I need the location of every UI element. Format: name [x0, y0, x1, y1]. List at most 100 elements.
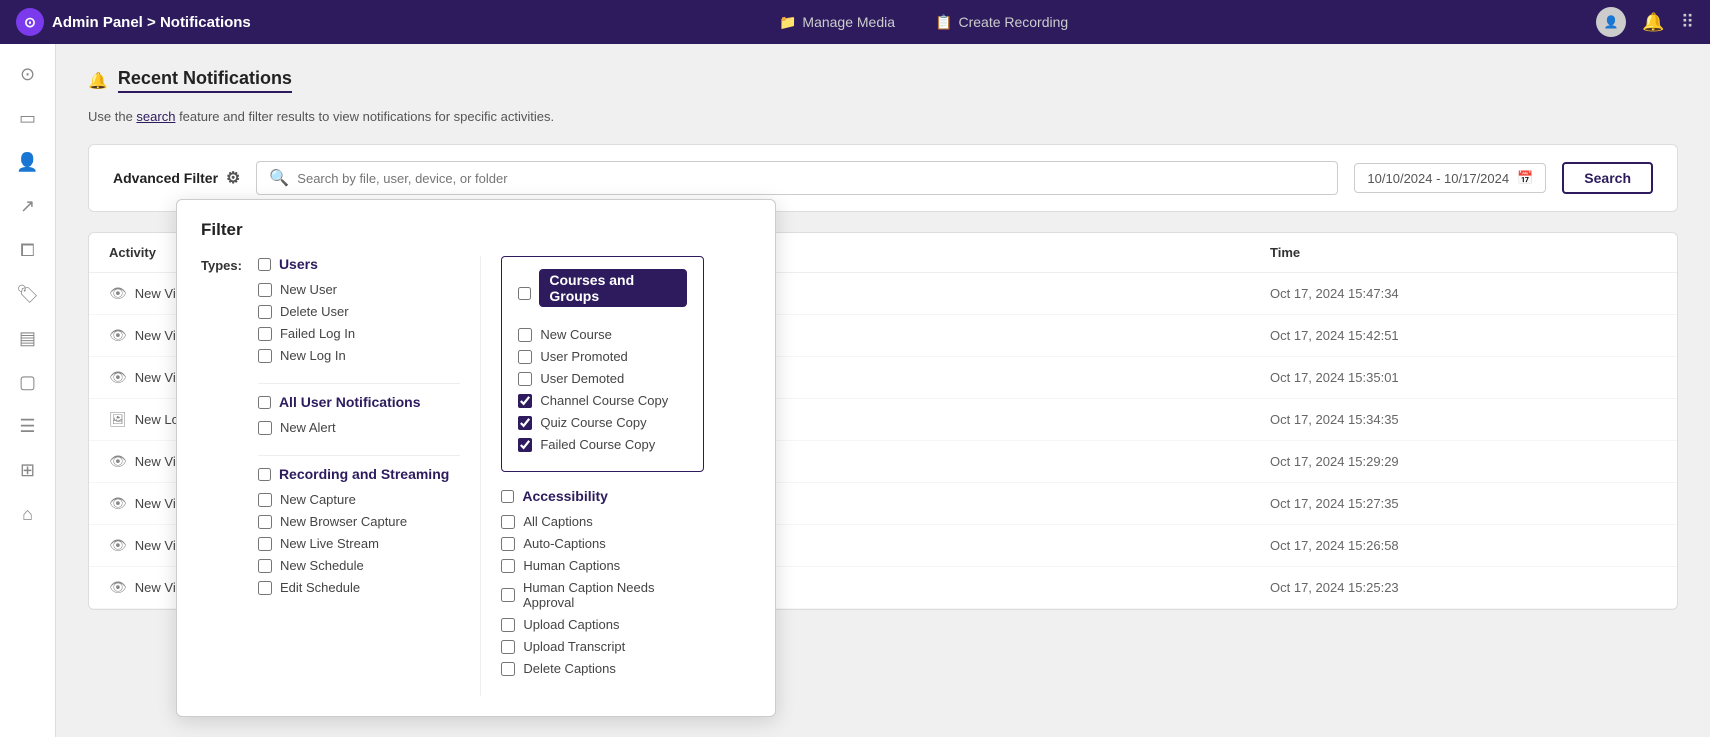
human-caption-needs-approval-checkbox[interactable]	[501, 588, 515, 602]
delete-user-checkbox[interactable]	[258, 305, 272, 319]
time-cell: Oct 17, 2024 15:34:35	[1270, 412, 1657, 427]
users-checkbox[interactable]	[258, 258, 271, 271]
date-range[interactable]: 10/10/2024 - 10/17/2024 📅	[1354, 163, 1546, 193]
all-user-notifications-section: All User Notifications New Alert	[258, 394, 460, 435]
topnav-center: 📁 Manage Media 📋 Create Recording	[271, 14, 1577, 31]
sidebar-icon-screen[interactable]: ▢	[10, 364, 46, 400]
filter-item-human-captions: Human Captions	[501, 558, 703, 573]
users-section: Users New User Delete User	[258, 256, 460, 363]
sidebar-icon-analytics[interactable]: ↗	[10, 188, 46, 224]
new-browser-capture-checkbox[interactable]	[258, 515, 272, 529]
channel-course-copy-checkbox[interactable]	[518, 394, 532, 408]
new-user-label: New User	[280, 282, 337, 297]
search-link[interactable]: search	[136, 109, 175, 124]
search-button[interactable]: Search	[1562, 162, 1653, 194]
new-login-label: New Log In	[280, 348, 346, 363]
failed-course-copy-checkbox[interactable]	[518, 438, 532, 452]
filter-item-user-demoted: User Demoted	[518, 371, 686, 386]
time-cell: Oct 17, 2024 15:27:35	[1270, 496, 1657, 511]
topnav-right: 👤 🔔 ⠿	[1596, 7, 1694, 37]
advanced-filter-button[interactable]: Advanced Filter ⚙	[113, 168, 240, 188]
new-alert-checkbox[interactable]	[258, 421, 272, 435]
logo-icon: ⊙	[16, 8, 44, 36]
filter-item-delete-captions: Delete Captions	[501, 661, 703, 676]
user-demoted-checkbox[interactable]	[518, 372, 532, 386]
filter-item-new-login: New Log In	[258, 348, 460, 363]
filter-item-auto-captions: Auto-Captions	[501, 536, 703, 551]
new-course-checkbox[interactable]	[518, 328, 532, 342]
sidebar-icon-caption[interactable]: ▤	[10, 320, 46, 356]
page-subtitle: Use the search feature and filter result…	[88, 109, 1678, 124]
sidebar-icon-home[interactable]: ⊙	[10, 56, 46, 92]
users-title: Users	[279, 256, 318, 272]
time-cell: Oct 17, 2024 15:35:01	[1270, 370, 1657, 385]
search-input[interactable]	[297, 171, 1325, 186]
human-captions-label: Human Captions	[523, 558, 620, 573]
search-box: 🔍	[256, 161, 1338, 195]
all-captions-label: All Captions	[523, 514, 592, 529]
quiz-course-copy-checkbox[interactable]	[518, 416, 532, 430]
filter-item-user-promoted: User Promoted	[518, 349, 686, 364]
courses-groups-checkbox[interactable]	[518, 287, 531, 300]
filter-item-new-course: New Course	[518, 327, 686, 342]
page-header: 🔔 Recent Notifications	[88, 68, 1678, 93]
channel-course-copy-label: Channel Course Copy	[540, 393, 668, 408]
bell-icon[interactable]: 🔔	[1642, 12, 1664, 33]
sidebar-icon-data[interactable]: ⊞	[10, 452, 46, 488]
sidebar-icon-layers[interactable]: ⧠	[10, 232, 46, 268]
grid-icon[interactable]: ⠿	[1681, 12, 1694, 33]
new-live-stream-checkbox[interactable]	[258, 537, 272, 551]
eye-icon: 👁	[109, 369, 127, 386]
brand-label: Admin Panel > Notifications	[52, 14, 251, 31]
upload-captions-checkbox[interactable]	[501, 618, 515, 632]
new-login-checkbox[interactable]	[258, 349, 272, 363]
new-browser-capture-label: New Browser Capture	[280, 514, 407, 529]
manage-media-button[interactable]: 📁 Manage Media	[779, 14, 895, 31]
edit-schedule-checkbox[interactable]	[258, 581, 272, 595]
filter-item-new-browser-capture: New Browser Capture	[258, 514, 460, 529]
delete-captions-checkbox[interactable]	[501, 662, 515, 676]
new-capture-label: New Capture	[280, 492, 356, 507]
filter-item-new-capture: New Capture	[258, 492, 460, 507]
avatar[interactable]: 👤	[1596, 7, 1626, 37]
new-alert-label: New Alert	[280, 420, 336, 435]
page-title: Recent Notifications	[118, 68, 292, 93]
user-promoted-checkbox[interactable]	[518, 350, 532, 364]
brand: ⊙ Admin Panel > Notifications	[16, 8, 251, 36]
filter-columns: Users New User Delete User	[258, 256, 704, 696]
sidebar-icon-bank[interactable]: ⌂	[10, 496, 46, 532]
failed-course-copy-label: Failed Course Copy	[540, 437, 655, 452]
sidebar-icon-users[interactable]: 👤	[10, 144, 46, 180]
sidebar-icon-list[interactable]: ☰	[10, 408, 46, 444]
filter-item-new-alert: New Alert	[258, 420, 460, 435]
sidebar-icon-monitor[interactable]: ▭	[10, 100, 46, 136]
sidebar: ⊙ ▭ 👤 ↗ ⧠ 🏷 ▤ ▢ ☰ ⊞ ⌂	[0, 44, 56, 737]
layout: ⊙ ▭ 👤 ↗ ⧠ 🏷 ▤ ▢ ☰ ⊞ ⌂ 🔔 Recent Notificat…	[0, 44, 1710, 737]
all-user-notifications-checkbox[interactable]	[258, 396, 271, 409]
accessibility-checkbox[interactable]	[501, 490, 514, 503]
new-schedule-checkbox[interactable]	[258, 559, 272, 573]
recording-streaming-checkbox[interactable]	[258, 468, 271, 481]
create-recording-button[interactable]: 📋 Create Recording	[935, 14, 1068, 31]
time-cell: Oct 17, 2024 15:29:29	[1270, 454, 1657, 469]
new-course-label: New Course	[540, 327, 612, 342]
eye-icon: 👁	[109, 327, 127, 344]
user-promoted-label: User Promoted	[540, 349, 627, 364]
topnav: ⊙ Admin Panel > Notifications 📁 Manage M…	[0, 0, 1710, 44]
eye-icon: 👁	[109, 579, 127, 596]
recording-streaming-title: Recording and Streaming	[279, 466, 449, 482]
new-user-checkbox[interactable]	[258, 283, 272, 297]
time-cell: Oct 17, 2024 15:42:51	[1270, 328, 1657, 343]
human-captions-checkbox[interactable]	[501, 559, 515, 573]
upload-transcript-checkbox[interactable]	[501, 640, 515, 654]
filter-item-human-caption-needs-approval: Human Caption Needs Approval	[501, 580, 703, 610]
new-capture-checkbox[interactable]	[258, 493, 272, 507]
all-captions-checkbox[interactable]	[501, 515, 515, 529]
filter-col-left: Users New User Delete User	[258, 256, 480, 696]
auto-captions-checkbox[interactable]	[501, 537, 515, 551]
courses-groups-section: Courses and Groups New Course User Promo…	[501, 256, 703, 472]
failed-login-checkbox[interactable]	[258, 327, 272, 341]
accessibility-section: Accessibility All Captions Auto-Captions	[501, 488, 703, 676]
sidebar-icon-tag[interactable]: 🏷	[10, 276, 46, 312]
accessibility-title: Accessibility	[522, 488, 608, 504]
